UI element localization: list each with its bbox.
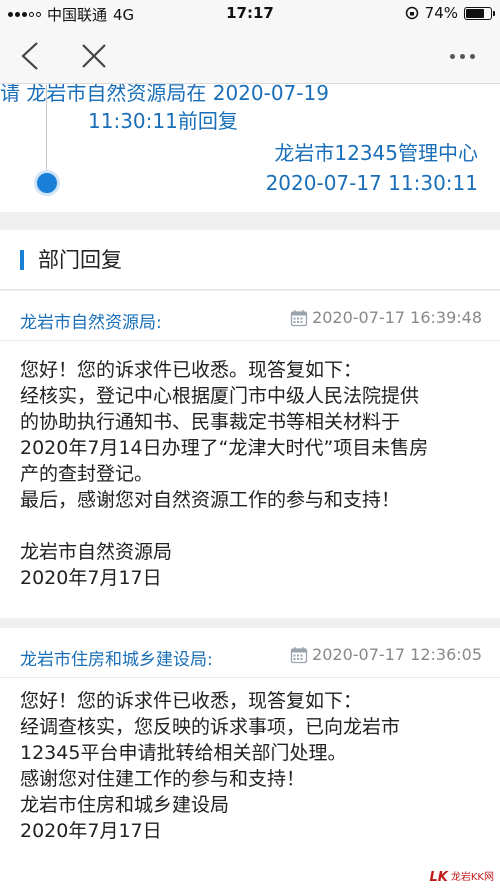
status-right: 74% — [405, 4, 495, 22]
reply-line: 您好！您的诉求件已收悉，现答复如下： — [20, 690, 363, 712]
reply-date: 2020-07-17 12:36:05 — [290, 645, 482, 664]
calendar-icon — [290, 309, 308, 326]
reply-card: 龙岩市自然资源局: 2020-07-17 16:39:48 您好！您的诉求件已收… — [0, 291, 500, 618]
reply-line: 经核实，登记中心根据厦门市中级人民法院提供 — [20, 385, 420, 407]
watermark-text: 龙岩KK网 — [450, 872, 494, 883]
timeline-text-line1: 请 龙岩市自然资源局在 2020-07-19 — [0, 84, 329, 105]
battery-icon — [464, 6, 495, 20]
reply-line: 最后，感谢您对自然资源工作的参与和支持！ — [20, 489, 401, 511]
reply-line: 2020年7月17日 — [20, 567, 162, 589]
timeline-text-line2: 11:30:11前回复 — [88, 109, 238, 133]
section-accent-bar — [20, 250, 24, 270]
reply-body: 您好！您的诉求件已收悉，现答复如下： 经调查核实，您反映的诉求事项，已向龙岩市 … — [20, 688, 485, 844]
reply-line-blank — [20, 513, 485, 539]
status-bar: 中国联通 4G 17:17 74% — [0, 0, 500, 28]
reply-line: 2020年7月14日办理了“龙津大时代”项目未售房 — [20, 437, 429, 459]
watermark-logo: LK 龙岩KK网 — [430, 870, 494, 885]
reply-department[interactable]: 龙岩市自然资源局: — [20, 308, 162, 333]
calendar-icon — [290, 646, 308, 663]
chevron-left-icon[interactable] — [16, 40, 46, 72]
reply-line: 经调查核实，您反映的诉求事项，已向龙岩市 — [20, 716, 401, 738]
reply-card: 龙岩市住房和城乡建设局: 2020-07-17 12:36:05 您好！您的诉求… — [0, 628, 500, 889]
reply-line: 您好！您的诉求件已收悉。现答复如下： — [20, 359, 363, 381]
reply-line: 感谢您对住建工作的参与和支持！ — [20, 768, 306, 790]
timeline-source: 龙岩市12345管理中心 — [274, 141, 478, 165]
reply-header: 龙岩市住房和城乡建设局: 2020-07-17 12:36:05 — [0, 628, 500, 678]
reply-line: 的协助执行通知书、民事裁定书等相关材料于 — [20, 411, 401, 433]
more-icon[interactable] — [450, 48, 480, 64]
watermark-mark: LK — [429, 870, 448, 885]
close-icon[interactable] — [78, 40, 110, 72]
reply-line: 12345平台申请批转给相关部门处理。 — [20, 742, 347, 764]
reply-date: 2020-07-17 16:39:48 — [290, 308, 482, 327]
timeline-dot — [34, 170, 60, 196]
section-title: 部门回复 — [38, 248, 122, 272]
reply-body: 您好！您的诉求件已收悉。现答复如下： 经核实，登记中心根据厦门市中级人民法院提供… — [20, 357, 485, 591]
nav-bar — [0, 28, 500, 84]
reply-header: 龙岩市自然资源局: 2020-07-17 16:39:48 — [0, 291, 500, 341]
reply-line: 产的查封登记。 — [20, 463, 154, 485]
timeline-section: 请 龙岩市自然资源局在 2020-07-19 11:30:11前回复 龙岩市12… — [0, 84, 500, 212]
reply-department[interactable]: 龙岩市住房和城乡建设局: — [20, 645, 213, 670]
section-header: 部门回复 — [0, 230, 500, 290]
reply-separator — [0, 618, 500, 628]
reply-line: 龙岩市住房和城乡建设局 — [20, 794, 230, 816]
reply-line: 龙岩市自然资源局 — [20, 541, 173, 563]
rotation-lock-icon — [405, 6, 418, 20]
battery-percent: 74% — [424, 4, 458, 22]
timeline-timestamp: 2020-07-17 11:30:11 — [265, 171, 478, 195]
reply-line: 2020年7月17日 — [20, 820, 162, 842]
reply-date-text: 2020-07-17 12:36:05 — [312, 645, 482, 664]
section-gap — [0, 212, 500, 230]
reply-date-text: 2020-07-17 16:39:48 — [312, 308, 482, 327]
